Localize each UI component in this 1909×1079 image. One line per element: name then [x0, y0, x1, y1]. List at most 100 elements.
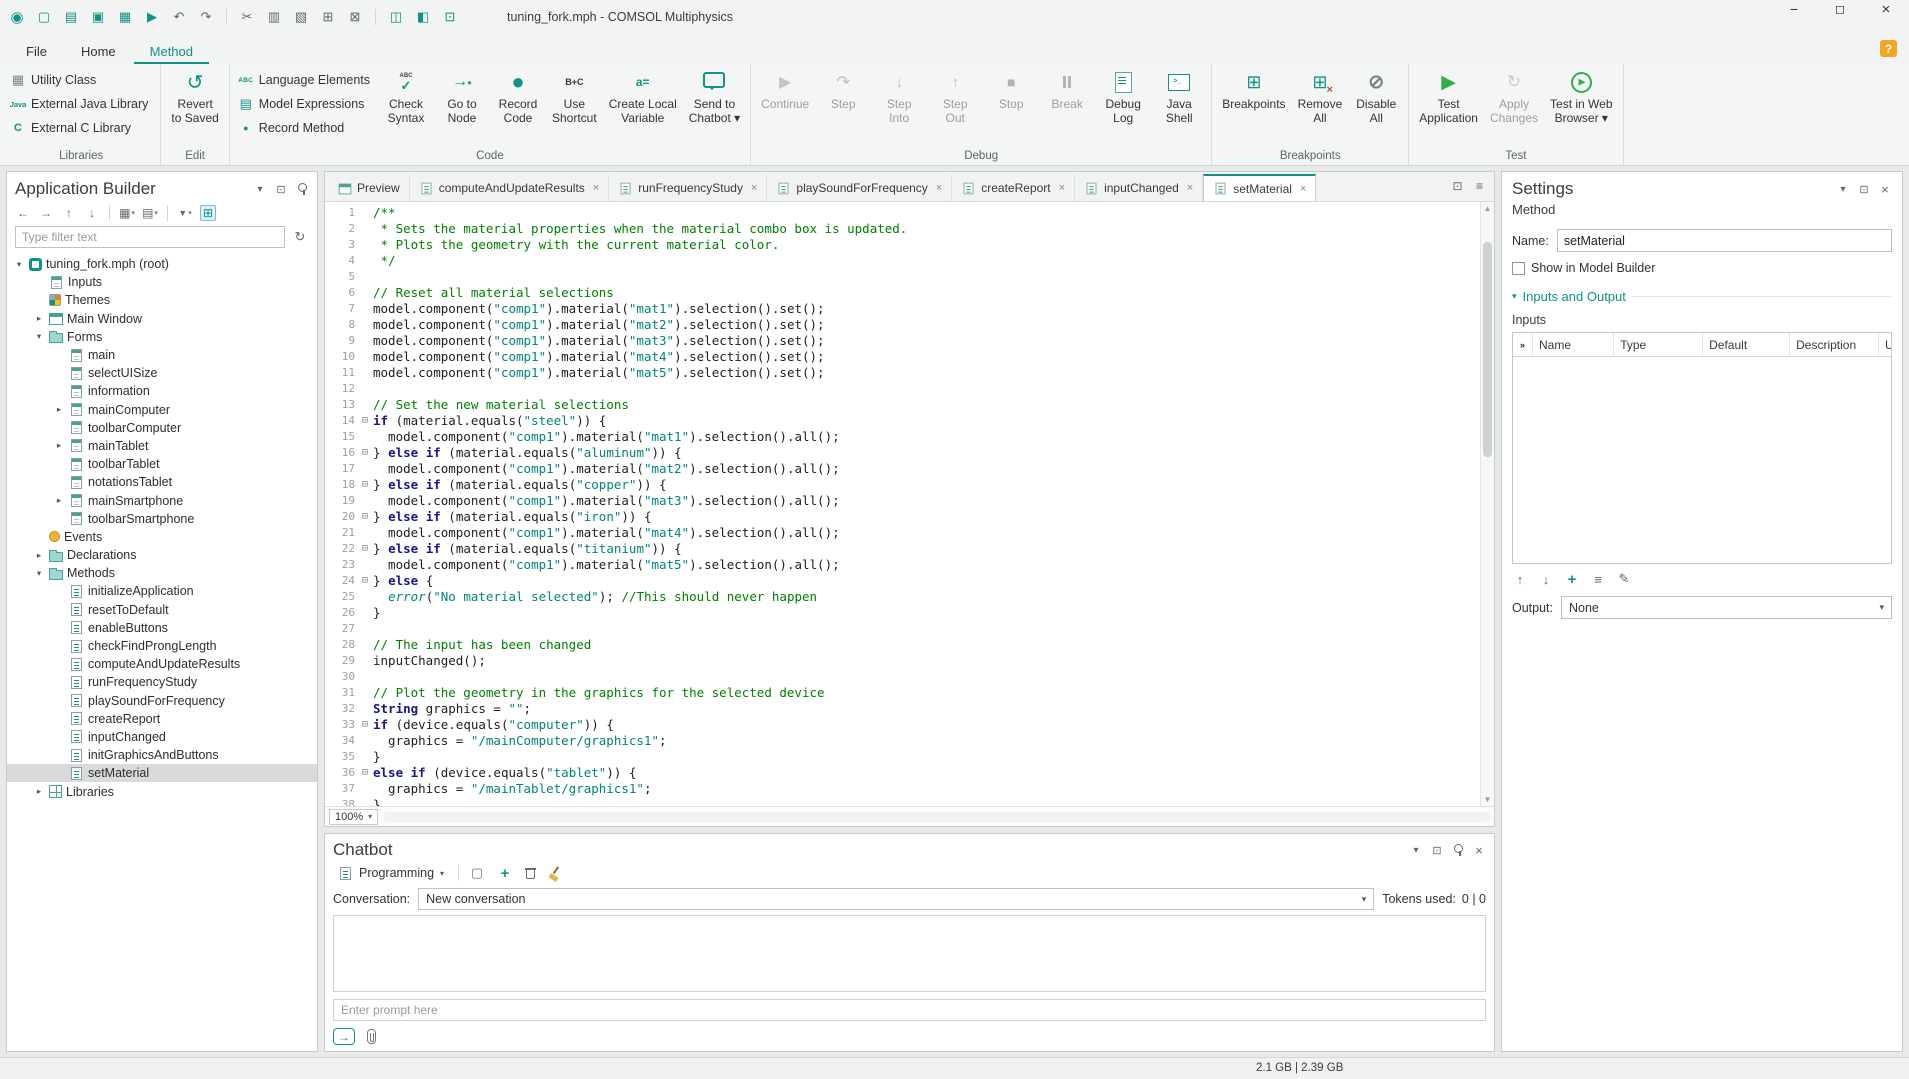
maximize-icon[interactable] [1817, 0, 1863, 18]
column-header-name[interactable]: Name [1533, 333, 1614, 356]
tree-item-events[interactable]: Events [7, 528, 317, 546]
tree-collapsed-icon[interactable]: ▸ [33, 313, 45, 324]
column-header-default[interactable]: Default [1703, 333, 1790, 356]
window-layout-icon[interactable] [414, 8, 432, 26]
ribbon-button-debug-log[interactable]: DebugLog [1096, 67, 1150, 125]
tree-item-maincomputer[interactable]: ▸mainComputer [7, 401, 317, 419]
table-menu-icon[interactable] [1590, 571, 1606, 587]
fold-marker-icon[interactable]: ⊟ [357, 717, 373, 733]
editor-tab-inputchanged[interactable]: inputChanged× [1075, 175, 1203, 201]
editor-tab-setmaterial[interactable]: setMaterial× [1203, 174, 1316, 201]
column-header-description[interactable]: Description [1790, 333, 1879, 356]
tree-item-setmaterial[interactable]: setMaterial [7, 764, 317, 782]
attach-icon[interactable] [367, 1029, 376, 1044]
comsol-logo-icon[interactable] [8, 8, 26, 26]
column-header-type[interactable]: Type [1614, 333, 1703, 356]
ribbon-button-revert-to-saved[interactable]: Revertto Saved [166, 67, 223, 125]
minimize-icon[interactable] [1771, 0, 1817, 18]
tree-expanded-icon[interactable]: ▾ [13, 259, 25, 270]
fold-marker-icon[interactable]: ⊟ [357, 573, 373, 589]
full-layout-icon[interactable] [441, 8, 459, 26]
inputs-output-section[interactable]: ▾ Inputs and Output [1512, 289, 1892, 304]
pin-panel-icon[interactable] [295, 182, 309, 196]
ribbon-button-check-syntax[interactable]: CheckSyntax [379, 67, 433, 125]
tree-item-main[interactable]: main [7, 346, 317, 364]
tree-expanded-icon[interactable]: ▾ [33, 331, 45, 342]
editor-tab-computeandupdateresults[interactable]: computeAndUpdateResults× [410, 175, 610, 201]
copy-icon[interactable] [265, 8, 283, 26]
tree-item-inputchanged[interactable]: inputChanged [7, 728, 317, 746]
tree-item-playsoundforfrequency[interactable]: playSoundForFrequency [7, 692, 317, 710]
tree-item-notationstablet[interactable]: notationsTablet [7, 473, 317, 491]
tree-collapsed-icon[interactable]: ▸ [53, 404, 65, 415]
ribbon-button-record-code[interactable]: RecordCode [491, 67, 545, 125]
tree-item-main-window[interactable]: ▸Main Window [7, 310, 317, 328]
save-icon[interactable] [89, 8, 107, 26]
ribbon-item-record-method[interactable]: Record Method [235, 118, 373, 138]
tree-item-information[interactable]: information [7, 382, 317, 400]
fold-marker-icon[interactable]: ⊟ [357, 413, 373, 429]
delete-icon[interactable] [346, 8, 364, 26]
tab-method[interactable]: Method [134, 38, 209, 64]
run-icon[interactable] [143, 8, 161, 26]
panel-menu-icon[interactable] [253, 182, 267, 196]
add-icon[interactable] [496, 864, 514, 882]
close-icon[interactable] [1863, 0, 1909, 18]
float-panel-icon[interactable] [274, 182, 288, 196]
code-editor[interactable]: 1/**2 * Sets the material properties whe… [325, 202, 1480, 806]
tree-item-toolbarsmartphone[interactable]: toolbarSmartphone [7, 510, 317, 528]
vertical-scrollbar[interactable]: ▲ ▼ [1480, 202, 1494, 806]
trash-icon[interactable] [524, 866, 537, 880]
back-icon[interactable] [15, 205, 31, 221]
edit-icon[interactable] [1616, 571, 1632, 587]
ribbon-button-remove-all[interactable]: RemoveAll [1293, 67, 1348, 125]
close-tab-icon[interactable]: × [1059, 182, 1065, 194]
tree-item-declarations[interactable]: ▸Declarations [7, 546, 317, 564]
ribbon-button-java-shell[interactable]: JavaShell [1152, 67, 1206, 125]
ribbon-item-external-java-library[interactable]: External Java Library [7, 94, 151, 114]
tree-collapsed-icon[interactable]: ▸ [33, 786, 45, 797]
tree-item-toolbartablet[interactable]: toolbarTablet [7, 455, 317, 473]
move-down-icon[interactable] [84, 205, 100, 221]
frame-icon[interactable] [468, 864, 486, 882]
tree-item-mainsmartphone[interactable]: ▸mainSmartphone [7, 491, 317, 509]
broom-icon[interactable] [547, 866, 562, 881]
tree-item-initializeapplication[interactable]: initializeApplication [7, 582, 317, 600]
refresh-icon[interactable] [291, 228, 309, 246]
duplicate-icon[interactable] [319, 8, 337, 26]
tree-item-initgraphicsandbuttons[interactable]: initGraphicsAndButtons [7, 746, 317, 764]
tree-item-createreport[interactable]: createReport [7, 710, 317, 728]
ribbon-item-language-elements[interactable]: Language Elements [235, 70, 373, 90]
maximize-editor-icon[interactable] [1451, 179, 1464, 192]
close-tab-icon[interactable]: × [751, 182, 757, 194]
ribbon-item-external-c-library[interactable]: External C Library [7, 118, 151, 138]
editor-menu-icon[interactable] [1473, 179, 1486, 192]
prompt-input[interactable] [333, 999, 1486, 1021]
model-tree-toggle-icon[interactable] [200, 205, 216, 221]
close-tab-icon[interactable]: × [1300, 183, 1306, 195]
float-panel-icon[interactable] [1857, 182, 1871, 196]
cut-icon[interactable] [238, 8, 256, 26]
new-file-icon[interactable] [35, 8, 53, 26]
ribbon-button-use-shortcut[interactable]: UseShortcut [547, 67, 602, 125]
add-icon[interactable] [1564, 571, 1580, 587]
help-button[interactable]: ? [1880, 40, 1897, 57]
open-file-icon[interactable] [62, 8, 80, 26]
panel-menu-icon[interactable] [1409, 843, 1423, 857]
scroll-up-icon[interactable]: ▲ [1481, 204, 1494, 213]
tab-home[interactable]: Home [65, 38, 132, 64]
ribbon-button-go-to-node[interactable]: Go toNode [435, 67, 489, 125]
tree-item-checkfindpronglength[interactable]: checkFindProngLength [7, 637, 317, 655]
fold-marker-icon[interactable]: ⊟ [357, 509, 373, 525]
forward-icon[interactable] [38, 205, 54, 221]
fold-marker-icon[interactable]: ⊟ [357, 765, 373, 781]
editor-tab-preview[interactable]: Preview [329, 175, 410, 201]
move-down-icon[interactable] [1538, 571, 1554, 587]
tree-collapsed-icon[interactable]: ▸ [53, 495, 65, 506]
ribbon-item-model-expressions[interactable]: Model Expressions [235, 94, 373, 114]
tree-collapsed-icon[interactable]: ▸ [33, 550, 45, 561]
horizontal-scrollbar[interactable] [384, 812, 1490, 822]
paste-icon[interactable] [292, 8, 310, 26]
tree-expanded-icon[interactable]: ▾ [33, 568, 45, 579]
editor-tab-createreport[interactable]: createReport× [952, 175, 1075, 201]
